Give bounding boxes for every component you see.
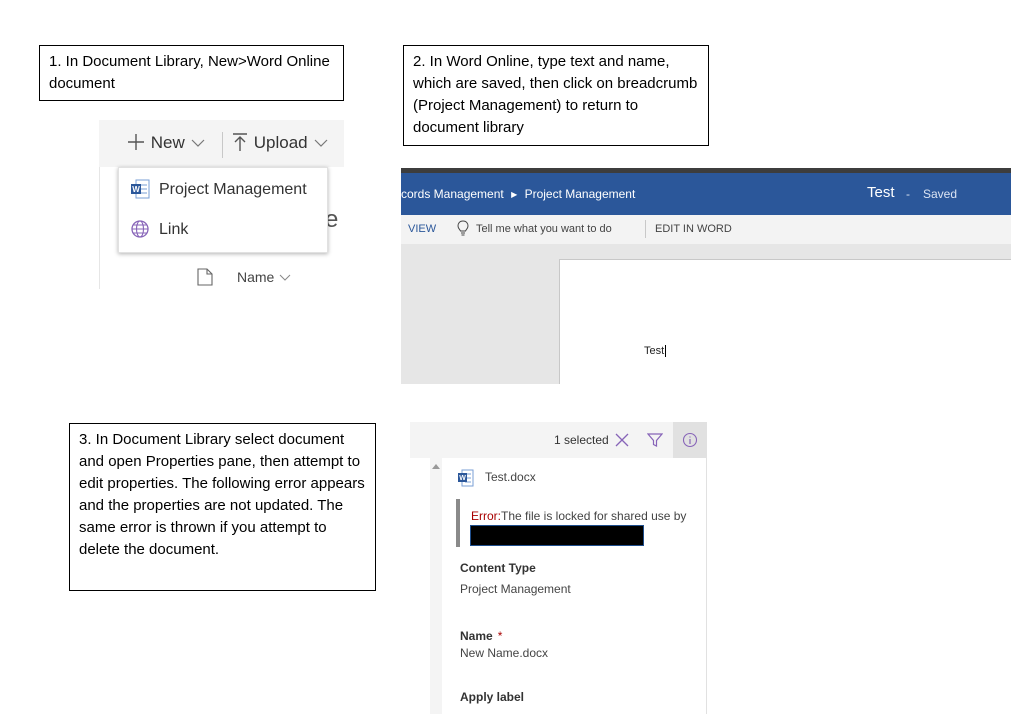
menu-item-link[interactable]: Link (119, 211, 327, 249)
redacted-user-name (470, 525, 644, 546)
word-title-bar: cords Management ▶ Project Management Te… (401, 168, 1011, 215)
field-label-name: Name * (460, 625, 502, 644)
file-name: Test.docx (485, 470, 536, 484)
word-ribbon: VIEW Tell me what you want to do EDIT IN… (401, 215, 1011, 244)
tell-me-search[interactable]: Tell me what you want to do (476, 223, 612, 235)
new-button[interactable]: New (126, 132, 205, 153)
field-label-text: Name (460, 629, 493, 643)
word-online-screenshot: cords Management ▶ Project Management Te… (401, 168, 1011, 384)
pane-scrollbar[interactable] (430, 458, 442, 714)
field-value-name[interactable]: New Name.docx (460, 646, 548, 660)
upload-icon (233, 133, 247, 151)
menu-item-label: Project Management (159, 181, 307, 198)
save-status: Saved (923, 187, 958, 201)
close-icon[interactable] (615, 433, 629, 447)
toolbar-divider (222, 132, 223, 158)
column-header-name[interactable]: Name (197, 267, 327, 289)
svg-text:W: W (459, 475, 466, 482)
lightbulb-icon (457, 220, 469, 236)
field-value-content-type[interactable]: Project Management (460, 582, 571, 596)
plus-icon (128, 134, 144, 150)
new-dropdown-menu: W Project Management Link (118, 167, 328, 253)
pane-right-border (706, 458, 707, 714)
chevron-down-icon (314, 139, 328, 147)
title-separator: - (906, 187, 910, 201)
info-pane-toggle[interactable] (673, 422, 707, 458)
error-prefix: Error: (471, 509, 501, 523)
upload-button[interactable]: Upload (231, 132, 328, 153)
column-name-label: Name (237, 269, 275, 285)
edit-in-word-button[interactable]: EDIT IN WORD (655, 223, 732, 235)
callout-step-2: 2. In Word Online, type text and name, w… (403, 45, 709, 146)
library-left-border (99, 167, 100, 289)
callout-step-3: 3. In Document Library select document a… (69, 423, 376, 591)
library-command-bar: New Upload (99, 120, 344, 167)
document-page[interactable]: Test (559, 259, 1011, 384)
error-text: Error:The file is locked for shared use … (471, 509, 686, 523)
field-label-apply-label: Apply label (460, 690, 525, 704)
library-new-menu-screenshot: New Upload e W Project Management Link N… (99, 120, 344, 290)
word-document-icon: W (458, 469, 474, 487)
callout-step-3-text: 3. In Document Library select document a… (79, 431, 365, 558)
menu-item-project-management[interactable]: W Project Management (119, 171, 327, 209)
breadcrumb: cords Management ▶ Project Management (401, 187, 635, 201)
error-detail: The file is locked for shared use by (501, 509, 687, 523)
upload-button-label: Upload (253, 133, 308, 152)
document-body-text: Test (644, 345, 667, 357)
breadcrumb-current-link[interactable]: Project Management (525, 187, 636, 201)
scroll-up-arrow-icon (432, 464, 440, 469)
required-marker: * (497, 629, 503, 643)
filter-icon[interactable] (647, 432, 663, 448)
error-message: Error:The file is locked for shared use … (456, 499, 696, 547)
breadcrumb-parent-link[interactable]: cords Management (401, 187, 504, 201)
field-label-content-type: Content Type (460, 561, 536, 575)
breadcrumb-separator-icon: ▶ (511, 190, 518, 199)
new-button-label: New (150, 133, 185, 152)
chevron-down-icon (192, 139, 205, 147)
file-type-icon (197, 268, 213, 286)
callout-step-1: 1. In Document Library, New>Word Online … (39, 45, 344, 101)
selected-count: 1 selected (554, 433, 609, 447)
callout-step-1-text: 1. In Document Library, New>Word Online … (49, 53, 330, 92)
tab-view[interactable]: VIEW (408, 223, 436, 235)
chevron-down-icon (279, 274, 291, 281)
info-icon (682, 432, 698, 448)
callout-step-2-text: 2. In Word Online, type text and name, w… (413, 53, 698, 136)
word-document-icon: W (131, 179, 150, 199)
svg-text:W: W (132, 185, 140, 194)
properties-pane-screenshot: 1 selected W Test.docx Error:The file is… (410, 422, 707, 714)
globe-icon (131, 220, 149, 238)
selection-command-bar: 1 selected (410, 422, 707, 458)
menu-item-label: Link (159, 221, 189, 238)
ribbon-divider (645, 220, 646, 238)
document-title[interactable]: Test (867, 184, 895, 201)
